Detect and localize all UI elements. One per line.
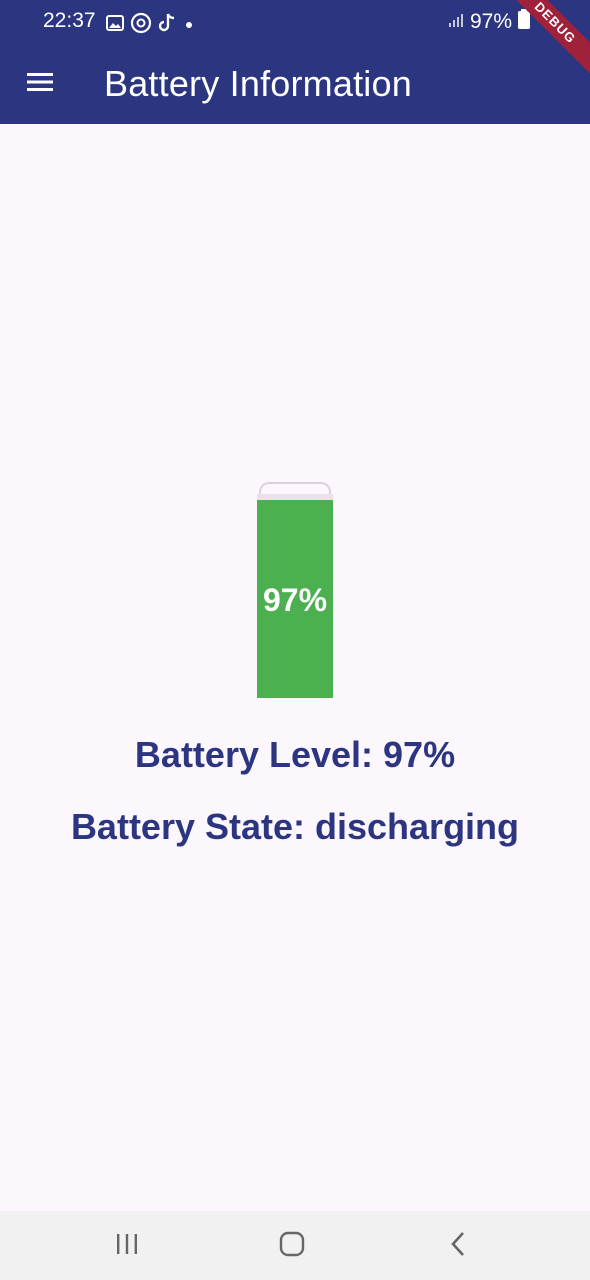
battery-body: 97%	[257, 494, 333, 698]
dot-icon	[184, 17, 194, 35]
threads-icon	[130, 12, 152, 39]
status-bar: 22:37 97%	[0, 0, 590, 44]
signal-icon	[448, 10, 464, 34]
system-nav-bar	[0, 1211, 590, 1280]
status-notification-icons	[106, 12, 194, 39]
battery-icon	[518, 9, 530, 35]
recents-icon	[115, 1233, 139, 1260]
tiktok-icon	[158, 12, 178, 39]
back-icon	[449, 1231, 467, 1262]
page-title: Battery Information	[104, 63, 412, 104]
home-button[interactable]	[270, 1229, 314, 1263]
menu-button[interactable]	[18, 62, 62, 106]
app-bar: Battery Information	[0, 44, 590, 124]
battery-state-text: Battery State: discharging	[70, 806, 520, 847]
menu-icon	[26, 71, 54, 98]
status-battery-percent: 97%	[469, 10, 512, 33]
battery-graphic: 97%	[257, 482, 333, 698]
home-icon	[279, 1231, 305, 1262]
back-button[interactable]	[436, 1229, 480, 1263]
recents-button[interactable]	[105, 1229, 149, 1263]
battery-level-text: Battery Level: 97%	[134, 734, 456, 775]
battery-percent-label: 97%	[262, 582, 328, 618]
status-right-group: 97%	[448, 9, 530, 35]
image-icon	[106, 14, 124, 37]
status-time: 22:37	[43, 9, 96, 32]
